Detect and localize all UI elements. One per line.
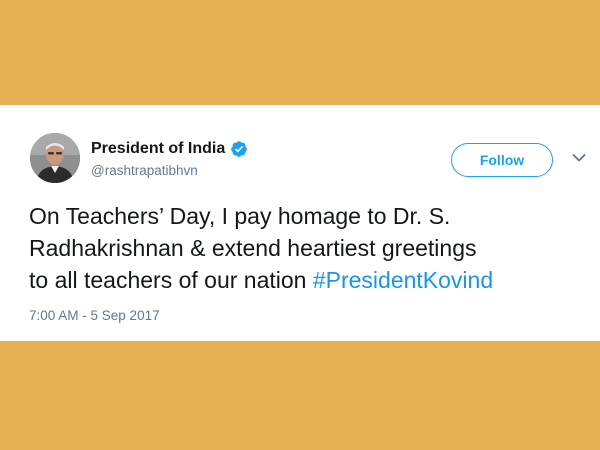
- author-handle[interactable]: @rashtrapatibhvn: [91, 163, 198, 178]
- tweet-card: President of India @rashtrapatibhvn Foll…: [0, 105, 600, 341]
- chevron-down-icon[interactable]: [572, 153, 586, 163]
- tweet-text-line-1: On Teachers’ Day, I pay homage to Dr. S.: [29, 203, 451, 229]
- hashtag-link[interactable]: #PresidentKovind: [313, 267, 493, 293]
- tweet-text-line-3: to all teachers of our nation: [29, 267, 313, 293]
- follow-button[interactable]: Follow: [451, 143, 553, 177]
- tweet-text-line-2: Radhakrishnan & extend heartiest greetin…: [29, 235, 477, 261]
- author-name-row: President of India: [91, 140, 248, 158]
- tweet-text: On Teachers’ Day, I pay homage to Dr. S.…: [29, 200, 594, 296]
- tweet-timestamp[interactable]: 7:00 AM - 5 Sep 2017: [29, 308, 160, 323]
- profile-photo-icon: [30, 133, 80, 183]
- author-avatar[interactable]: [30, 133, 80, 183]
- verified-badge-icon: [231, 141, 248, 157]
- author-display-name[interactable]: President of India: [91, 140, 225, 158]
